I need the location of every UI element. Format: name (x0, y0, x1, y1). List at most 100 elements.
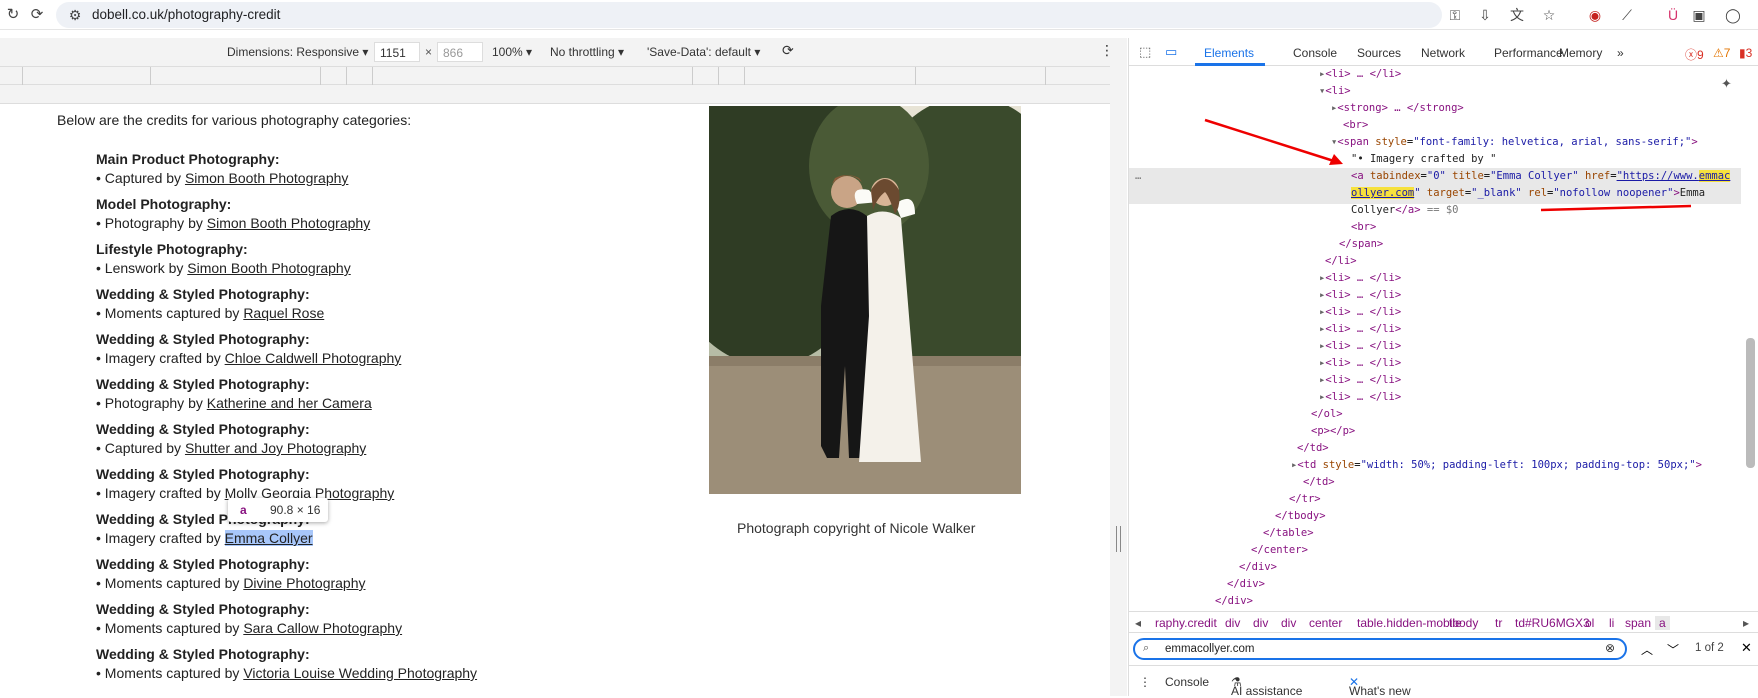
dom-tree[interactable]: ▸<li> … </li> ▾<li> ▸<strong> … </strong… (1129, 66, 1741, 611)
dimensions-select[interactable]: Dimensions: Responsive ▾ (227, 45, 368, 59)
rotate-icon[interactable]: ⟳ (782, 42, 794, 59)
element-tooltip: a 90.8 × 16 (228, 498, 328, 522)
panel-resizer[interactable] (1110, 38, 1127, 696)
breadcrumb-item[interactable]: div (1281, 616, 1296, 630)
reload-icon[interactable]: ⟳ (28, 6, 46, 24)
breadcrumb-item[interactable]: tbody (1449, 616, 1478, 630)
issues-count-badge[interactable]: ▮3 (1739, 46, 1752, 60)
credit-item: Lifestyle Photography: • Lenswork by Simo… (96, 240, 616, 285)
breadcrumb-item[interactable]: center (1309, 616, 1342, 630)
credit-heading: Main Product Photography: (96, 151, 280, 167)
extensions-puzzle-icon[interactable]: ▣ (1690, 6, 1708, 24)
credit-prefix: • Moments captured by (96, 620, 244, 636)
breadcrumb-item[interactable]: a (1655, 616, 1670, 630)
credit-item: Wedding & Styled Photography: • Imagery c… (96, 465, 616, 510)
zoom-select[interactable]: 100% ▾ (492, 45, 532, 59)
credit-item: Wedding & Styled Photography: • Photograp… (96, 375, 616, 420)
breadcrumb-item[interactable]: li (1609, 616, 1614, 630)
save-data-select[interactable]: 'Save-Data': default ▾ (647, 45, 760, 59)
close-search-icon[interactable]: ✕ (1741, 640, 1752, 656)
photographer-link[interactable]: Simon Booth Photography (187, 260, 350, 276)
media-query-ruler[interactable] (0, 66, 1110, 86)
key-icon[interactable]: ⚿ (1446, 6, 1464, 24)
breadcrumb-item[interactable]: div (1225, 616, 1240, 630)
dom-tree-scrollbar[interactable] (1746, 338, 1755, 468)
intro-text: Below are the credits for various photog… (57, 112, 412, 128)
drawer-tab-ai-assistance[interactable]: AI assistance ⚗ (1231, 675, 1302, 698)
credit-prefix: • Moments captured by (96, 665, 244, 681)
devtools-tabs: ⬚ ▭ Elements Console Sources Network Per… (1129, 38, 1758, 66)
photographer-link[interactable]: Sara Callow Photography (243, 620, 402, 636)
page-viewport: Below are the credits for various photog… (0, 104, 1110, 696)
credit-heading: Wedding & Styled Photography: (96, 511, 310, 527)
device-toggle-icon[interactable]: ▭ (1165, 44, 1177, 60)
credit-heading: Wedding & Styled Photography: (96, 646, 310, 662)
photographer-link[interactable]: Divine Photography (243, 575, 365, 591)
photographer-link[interactable]: Victoria Louise Wedding Photography (243, 665, 477, 681)
breadcrumb-item[interactable]: table.hidden-mobile (1357, 616, 1462, 630)
inspect-element-icon[interactable]: ⬚ (1139, 44, 1151, 60)
credit-heading: Wedding & Styled Photography: (96, 331, 310, 347)
dom-search-bar: ⌕ emmacollyer.com ⊗ ︿ ﹀ 1 of 2 ✕ (1129, 633, 1758, 665)
breadcrumb-item[interactable]: span (1625, 616, 1651, 630)
clear-search-icon[interactable]: ⊗ (1605, 641, 1615, 655)
extension-icon[interactable]: ⟋ (1618, 6, 1636, 24)
tooltip-tag: a (240, 503, 247, 517)
browser-toolbar: ↻ ⟳ ⚙ dobell.co.uk/photography-credit ⚿ … (0, 0, 1758, 30)
credit-heading: Wedding & Styled Photography: (96, 601, 310, 617)
extension-icon[interactable]: ◉ (1586, 6, 1604, 24)
photographer-link[interactable]: Shutter and Joy Photography (185, 440, 366, 456)
photographer-link[interactable]: Simon Booth Photography (207, 215, 370, 231)
devtools-panel: ⬚ ▭ Elements Console Sources Network Per… (1128, 38, 1758, 698)
tab-performance[interactable]: Performance (1494, 46, 1563, 60)
warning-count-badge[interactable]: ⚠7 (1713, 46, 1730, 60)
height-input[interactable]: 866 (437, 42, 483, 62)
site-info-icon[interactable]: ⚙ (66, 6, 84, 24)
throttling-select[interactable]: No throttling ▾ (550, 45, 624, 59)
photographer-link[interactable]: Katherine and her Camera (207, 395, 372, 411)
credit-item: Wedding & Styled Photography: • Imagery c… (96, 330, 616, 375)
tab-memory[interactable]: Memory (1559, 46, 1602, 60)
times-sign: × (425, 45, 433, 59)
width-input[interactable]: 1151 (374, 42, 420, 62)
error-count-badge[interactable]: ⓧ9 (1685, 46, 1704, 63)
profile-icon[interactable]: ◯ (1724, 6, 1742, 24)
credit-item: Model Photography: • Photography by Simon… (96, 195, 616, 240)
credit-item: Wedding & Styled Photography: • Moments c… (96, 555, 616, 600)
previous-match-icon[interactable]: ︿ (1641, 641, 1653, 658)
breadcrumb-scroll-left-icon[interactable]: ◂ (1135, 616, 1141, 630)
tab-sources[interactable]: Sources (1357, 46, 1401, 60)
photographer-link[interactable]: Emma Collyer (224, 530, 313, 546)
breadcrumb-item[interactable]: div (1253, 616, 1268, 630)
translate-icon[interactable]: 文 (1508, 6, 1526, 24)
drawer-tab-whats-new[interactable]: What's new ✕ (1349, 675, 1411, 698)
url-text[interactable]: dobell.co.uk/photography-credit (92, 7, 280, 22)
breadcrumb-item[interactable]: raphy.credit (1155, 616, 1217, 630)
drawer-tab-console[interactable]: Console (1165, 675, 1209, 689)
credit-prefix: • Photography by (96, 215, 207, 231)
next-match-icon[interactable]: ﹀ (1667, 641, 1679, 658)
tooltip-dimensions: 90.8 × 16 (270, 503, 321, 517)
back-icon[interactable]: ↻ (4, 6, 22, 24)
drawer-menu-icon[interactable]: ⋮ (1139, 675, 1151, 689)
more-tabs-icon[interactable]: » (1617, 46, 1624, 60)
tab-console[interactable]: Console (1293, 46, 1337, 60)
bookmark-star-icon[interactable]: ☆ (1540, 6, 1558, 24)
breadcrumb-item[interactable]: td#RU6MGX3 (1515, 616, 1590, 630)
accessibility-icon[interactable]: ✦ (1721, 76, 1732, 92)
credit-heading: Wedding & Styled Photography: (96, 556, 310, 572)
breadcrumb-scroll-right-icon[interactable]: ▸ (1743, 616, 1749, 630)
photographer-link[interactable]: Simon Booth Photography (185, 170, 348, 186)
breadcrumb-item[interactable]: ol (1585, 616, 1594, 630)
tab-network[interactable]: Network (1421, 46, 1465, 60)
dom-search-input[interactable]: ⌕ emmacollyer.com ⊗ (1133, 638, 1627, 660)
match-count: 1 of 2 (1695, 642, 1724, 654)
extension-icon[interactable]: Ü (1664, 6, 1682, 24)
search-icon: ⌕ (1143, 642, 1150, 654)
credit-item: Wedding & Styled Photography: • Moments c… (96, 600, 616, 645)
photographer-link[interactable]: Chloe Caldwell Photography (225, 350, 402, 366)
install-icon[interactable]: ⇩ (1476, 6, 1494, 24)
breadcrumb-item[interactable]: tr (1495, 616, 1502, 630)
tab-elements[interactable]: Elements (1204, 46, 1254, 60)
photographer-link[interactable]: Raquel Rose (243, 305, 324, 321)
